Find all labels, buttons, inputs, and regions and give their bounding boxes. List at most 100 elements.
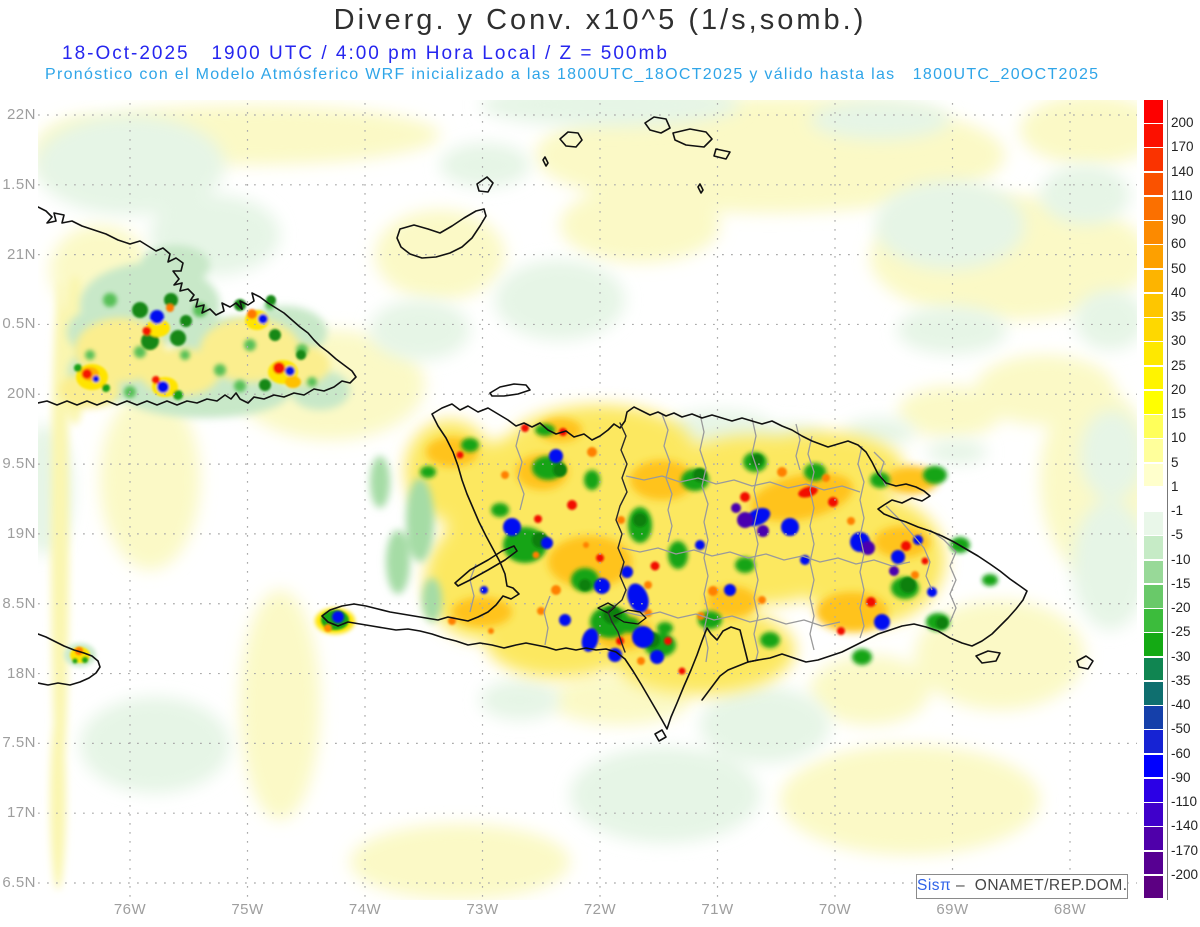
colorbar-labels: 200 170 140 110 90 60 50 40 35 30 25 20 15 10 5 1 -1 -5 -1… [1171,100,1200,900]
colorbar-cell [1144,487,1163,511]
lon-tick-label: 73W [466,901,499,918]
colorbar-cell [1144,609,1163,632]
colorbar-cell [1144,851,1163,875]
colorbar-axis-line [1167,100,1168,900]
colorbar-tick-label: -110 [1171,794,1198,810]
colorbar-tick-label: 50 [1171,260,1187,276]
colorbar-tick-label: 30 [1171,333,1187,349]
colorbar [1144,100,1163,900]
lon-tick-label: 75W [231,901,264,918]
colorbar-cell [1144,463,1163,487]
lon-tick-label: 76W [113,901,147,918]
colorbar-tick-label: -25 [1171,624,1191,640]
lon-tick-label: 68W [1053,901,1087,918]
colorbar-tick-label: 200 [1171,115,1194,131]
lat-tick-label: 8.5N [2,594,36,612]
lon-tick-label: 72W [583,901,617,918]
colorbar-cell [1144,512,1163,535]
colorbar-tick-label: -20 [1171,600,1191,616]
colorbar-tick-label: -50 [1171,721,1191,737]
colorbar-cell [1144,536,1163,560]
attribution-text: – ONAMET/REP.DOM. [951,877,1128,894]
colorbar-cell [1144,415,1163,438]
lat-tick-label: 0.5N [2,315,36,333]
colorbar-cell [1144,754,1163,778]
lat-tick-label: 9.5N [2,455,36,473]
lon-tick-label: 74W [348,901,382,918]
colorbar-tick-label: 20 [1171,381,1187,397]
lat-tick-label: 19N [6,524,36,542]
colorbar-tick-label: -30 [1171,648,1191,664]
colorbar-cell [1144,827,1163,850]
lat-tick-label: 7.5N [2,734,36,752]
colorbar-cell [1144,293,1163,317]
colorbar-cell [1144,633,1163,657]
brand-text: Sisπ [917,877,952,894]
colorbar-cell [1144,730,1163,754]
colorbar-tick-label: 1 [1171,478,1179,494]
map-canvas [38,100,1137,900]
colorbar-tick-label: -10 [1171,551,1191,567]
subtitle-model: Pronóstico con el Modelo Atmósferico WRF… [45,66,1100,83]
map-panel [38,100,1137,900]
colorbar-cell [1144,366,1163,390]
colorbar-tick-label: -60 [1171,745,1191,761]
colorbar-tick-label: -40 [1171,697,1191,713]
colorbar-cell [1144,803,1163,826]
colorbar-tick-label: 10 [1171,430,1187,446]
colorbar-cell [1144,584,1163,608]
colorbar-tick-label: -1 [1171,503,1184,519]
colorbar-cell [1144,124,1163,147]
colorbar-tick-label: 110 [1171,187,1193,203]
colorbar-cell [1144,245,1163,269]
colorbar-tick-label: -170 [1171,842,1199,858]
subtitle-datetime: 18-Oct-2025 1900 UTC / 4:00 pm Hora Loca… [62,43,669,64]
colorbar-cell [1144,706,1163,729]
colorbar-tick-label: 15 [1171,406,1187,422]
colorbar-tick-label: 5 [1171,454,1179,470]
lon-tick-label: 70W [818,901,852,918]
colorbar-tick-label: 35 [1171,309,1187,325]
lat-tick-label: 21N [6,245,36,263]
colorbar-tick-label: 140 [1171,163,1194,179]
colorbar-tick-label: -200 [1171,866,1199,882]
map-title: Diverg. y Conv. x10^5 (1/s,somb.) [333,4,867,36]
colorbar-tick-label: 60 [1171,236,1187,252]
colorbar-tick-label: -5 [1171,527,1184,543]
colorbar-cell [1144,778,1163,802]
lat-tick-label: 17N [6,804,36,822]
colorbar-cell [1144,148,1163,172]
colorbar-cell [1144,342,1163,366]
colorbar-cell [1144,196,1163,220]
colorbar-cell [1144,269,1163,293]
colorbar-tick-label: -35 [1171,672,1191,688]
lon-tick-label: 69W [936,901,969,918]
lat-tick-label: 18N [6,664,36,682]
attribution-box: Sisπ – ONAMET/REP.DOM. [916,874,1128,899]
colorbar-tick-label: 40 [1171,284,1187,300]
lat-tick-label: 6.5N [2,874,36,891]
colorbar-tick-label: -90 [1171,769,1191,785]
lat-tick-label: 20N [6,385,36,403]
colorbar-cell [1144,875,1163,899]
colorbar-cell [1144,318,1163,341]
lon-tick-label: 71W [701,901,734,918]
colorbar-cell [1144,390,1163,414]
colorbar-cell [1144,221,1163,244]
page-root: Diverg. y Conv. x10^5 (1/s,somb.) 18-Oct… [0,0,1200,927]
lat-tick-label: 1.5N [2,175,36,193]
colorbar-cell [1144,439,1163,463]
contour-field [38,100,1137,900]
lat-tick-label: 22N [6,106,36,123]
coastline-beata-island [654,729,667,742]
colorbar-tick-label: -140 [1171,818,1199,834]
colorbar-cell [1144,560,1163,584]
colorbar-tick-label: -15 [1171,575,1191,591]
colorbar-tick-label: 25 [1171,357,1187,373]
colorbar-cell [1144,100,1163,123]
colorbar-cell [1144,657,1163,681]
colorbar-tick-label: 90 [1171,212,1187,228]
colorbar-cell [1144,172,1163,196]
colorbar-cell [1144,681,1163,705]
colorbar-tick-label: 170 [1171,139,1194,155]
